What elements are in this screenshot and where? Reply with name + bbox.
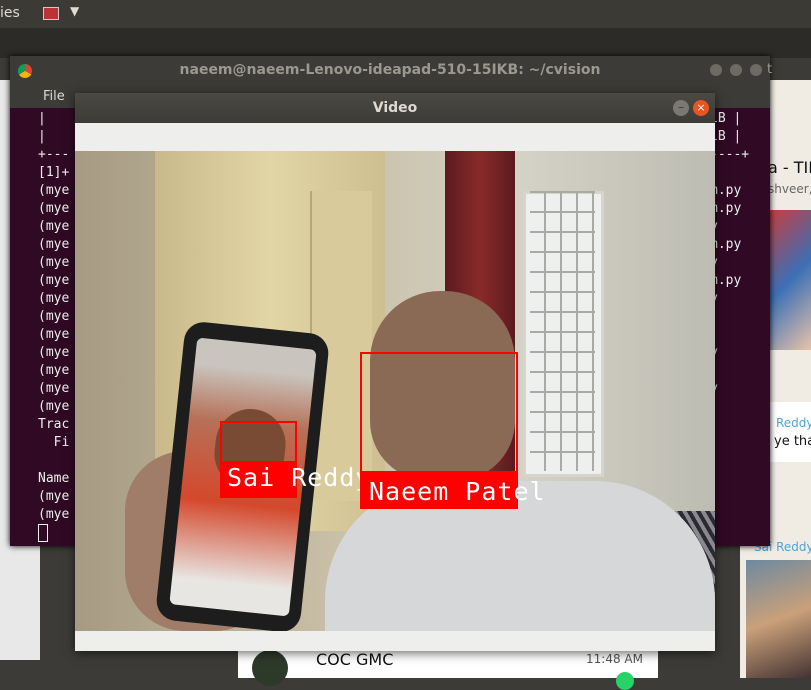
terminal-output-right: iB | iB | ----+ m.py m.py y m.py y m.py …	[710, 111, 750, 396]
webcam-frame: Sai Reddy Naeem Patel	[75, 151, 715, 631]
video-window: Video – × Sai Reddy Naeem Patel	[75, 93, 715, 651]
terminal-title: naeem@naeem-Lenovo-ideapad-510-15IKB: ~/…	[179, 62, 601, 78]
unread-badge	[616, 672, 634, 690]
menu-file[interactable]: File	[43, 89, 65, 104]
activities-button[interactable]: ies	[0, 5, 20, 21]
window-grill	[530, 191, 595, 471]
face-label-sai-reddy: Sai Reddy	[227, 463, 372, 492]
avatar	[252, 650, 288, 686]
close-icon[interactable]	[750, 64, 762, 76]
video-titlebar[interactable]: Video – ×	[75, 93, 715, 123]
video-toolbar	[75, 123, 715, 151]
chat-reply-text: ye tha	[774, 434, 811, 449]
top-panel: ies ▼	[0, 0, 811, 28]
minimize-icon[interactable]	[710, 64, 722, 76]
chat-header-sub: shveer,	[768, 182, 811, 196]
maximize-icon[interactable]	[730, 64, 742, 76]
chat-bubble	[766, 402, 811, 462]
terminal-titlebar[interactable]: naeem@naeem-Lenovo-ideapad-510-15IKB: ~/…	[10, 56, 770, 86]
browser-edge-text: t	[767, 62, 773, 77]
chat-image-2[interactable]	[746, 560, 811, 678]
chat-list-time: 11:48 AM	[586, 652, 643, 666]
chat-list-name: COC GMC	[316, 650, 394, 669]
keyboard-flag-icon[interactable]	[43, 7, 59, 20]
chat-image[interactable]	[768, 210, 811, 350]
face-label-naeem-patel: Naeem Patel	[369, 477, 546, 506]
background-strip	[0, 28, 811, 58]
terminal-cursor	[38, 524, 48, 542]
chevron-down-icon[interactable]: ▼	[70, 4, 79, 18]
chat-header-title[interactable]: a - TII	[768, 158, 811, 177]
minimize-button[interactable]: –	[673, 100, 689, 116]
close-button[interactable]: ×	[693, 100, 709, 116]
chat-reply-name: Reddy	[776, 416, 811, 430]
video-title: Video	[372, 100, 418, 116]
video-statusbar	[75, 631, 715, 651]
